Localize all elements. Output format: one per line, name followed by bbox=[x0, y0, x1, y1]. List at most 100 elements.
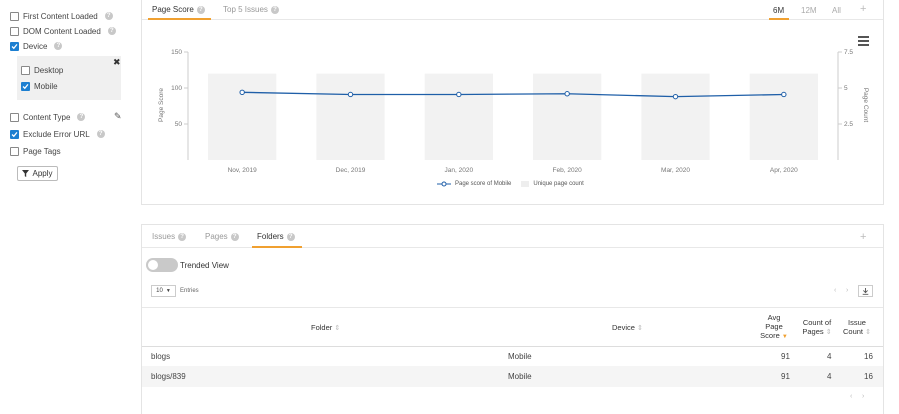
bar-series-legend-icon bbox=[521, 181, 530, 187]
cell-folder: blogs bbox=[151, 352, 171, 361]
checkbox[interactable] bbox=[21, 65, 30, 75]
column-header-count-of-pages[interactable]: Count of Pages ⇕ bbox=[797, 318, 837, 337]
pencil-icon[interactable]: ✎ bbox=[114, 111, 122, 122]
sort-desc-icon: ▼ bbox=[781, 334, 788, 340]
data-point bbox=[781, 91, 787, 98]
help-icon[interactable]: ? bbox=[54, 42, 63, 50]
bar-unique-page-count bbox=[641, 73, 710, 160]
data-point bbox=[239, 89, 245, 96]
checkbox-checked[interactable] bbox=[21, 81, 30, 91]
header-label: Count of bbox=[802, 318, 832, 327]
checkbox[interactable] bbox=[10, 146, 19, 156]
filter-dom-content-loaded[interactable]: DOM Content Loaded ? bbox=[10, 25, 116, 37]
legend-item-line[interactable]: Page score of Mobile bbox=[455, 181, 511, 187]
filter-exclude-error-url[interactable]: Exclude Error URL ? bbox=[10, 128, 105, 140]
header-label: Avg bbox=[767, 313, 781, 322]
download-button[interactable] bbox=[858, 285, 873, 297]
data-point bbox=[672, 93, 679, 100]
option-label: Desktop bbox=[34, 65, 64, 75]
filter-label: Exclude Error URL bbox=[23, 129, 90, 139]
y2-tick-label: 7.5 bbox=[844, 49, 853, 56]
header-label: Count bbox=[843, 327, 864, 336]
cell-page-count: 4 bbox=[827, 372, 832, 381]
sort-icon: ⇕ bbox=[637, 325, 643, 332]
checkbox-checked[interactable] bbox=[10, 129, 19, 139]
filter-label: Page Tags bbox=[23, 146, 61, 156]
header-label: Device bbox=[612, 323, 635, 332]
entries-select[interactable]: 10 ▼ bbox=[151, 285, 176, 297]
cell-device: Mobile bbox=[508, 372, 532, 381]
prev-page-button[interactable]: ‹ bbox=[834, 287, 836, 294]
checkbox[interactable] bbox=[10, 11, 19, 21]
line-series-legend-icon bbox=[437, 181, 451, 187]
header-label: Folder bbox=[311, 323, 333, 332]
filter-first-content-loaded[interactable]: First Content Loaded ? bbox=[10, 10, 113, 22]
toggle-knob bbox=[148, 260, 158, 270]
y2-axis-label: Page Count bbox=[862, 88, 869, 123]
cell-avg-score: 91 bbox=[781, 372, 790, 381]
data-point bbox=[456, 91, 462, 98]
y-axis-label: Page Score bbox=[158, 88, 165, 122]
y-tick-label: 100 bbox=[171, 85, 182, 92]
checkbox-checked[interactable] bbox=[10, 41, 19, 51]
column-header-folder[interactable]: Folder ⇕ bbox=[311, 323, 340, 333]
help-icon[interactable]: ? bbox=[96, 130, 105, 138]
chart-legend: Page score of Mobile Unique page count bbox=[437, 181, 584, 187]
apply-button[interactable]: Apply bbox=[17, 166, 58, 181]
column-header-avg-page-score[interactable]: Avg Page Score ▼ bbox=[757, 313, 791, 342]
table-top-border bbox=[142, 307, 883, 308]
checkbox[interactable] bbox=[10, 26, 19, 36]
help-icon[interactable]: ? bbox=[107, 27, 116, 35]
close-icon[interactable]: ✖ bbox=[113, 57, 121, 68]
filter-label: First Content Loaded bbox=[23, 11, 98, 21]
header-label: Pages bbox=[802, 327, 824, 336]
help-icon[interactable]: ? bbox=[286, 232, 295, 241]
next-page-button-bottom[interactable]: › bbox=[862, 393, 864, 400]
header-label: Issue bbox=[848, 318, 866, 327]
y2-tick-label: 2.5 bbox=[844, 121, 853, 128]
help-icon[interactable]: ? bbox=[230, 232, 239, 241]
cell-device: Mobile bbox=[508, 352, 532, 361]
x-tick-label: Jan, 2020 bbox=[445, 167, 474, 174]
header-label: Score bbox=[760, 331, 780, 340]
download-icon bbox=[862, 287, 869, 295]
filter-icon bbox=[22, 170, 30, 177]
bar-unique-page-count bbox=[749, 73, 818, 160]
column-header-issue-count[interactable]: Issue Count ⇕ bbox=[840, 318, 874, 337]
tab-pages[interactable]: Pages ? bbox=[205, 232, 239, 241]
chevron-down-icon: ▼ bbox=[165, 288, 171, 294]
table-tabbar: Issues ? Pages ? Folders ? + bbox=[142, 225, 883, 248]
help-icon[interactable]: ? bbox=[178, 232, 187, 241]
table-row[interactable]: blogs/839 Mobile 91 4 16 bbox=[142, 366, 883, 387]
column-header-device[interactable]: Device ⇕ bbox=[612, 323, 643, 333]
y-tick-label: 150 bbox=[171, 49, 182, 56]
filter-device[interactable]: Device ? bbox=[10, 40, 63, 52]
prev-page-button-bottom[interactable]: ‹ bbox=[850, 393, 852, 400]
y2-tick-label: 5 bbox=[844, 85, 848, 92]
filter-content-type[interactable]: Content Type ? bbox=[10, 111, 86, 123]
cell-avg-score: 91 bbox=[781, 352, 790, 361]
sort-icon: ⇕ bbox=[334, 325, 341, 332]
x-tick-label: Mar, 2020 bbox=[661, 167, 690, 174]
filter-page-tags[interactable]: Page Tags bbox=[10, 145, 61, 157]
tab-label: Issues bbox=[152, 232, 176, 241]
device-option-desktop[interactable]: Desktop bbox=[21, 64, 63, 76]
page-score-card: Page Score ? Top 5 Issues ? 6M 12M All +… bbox=[141, 0, 884, 205]
cell-folder: blogs/839 bbox=[151, 372, 186, 381]
table-row[interactable]: blogs Mobile 91 4 16 bbox=[142, 347, 883, 366]
filter-label: Device bbox=[23, 41, 48, 51]
data-point bbox=[347, 91, 354, 98]
legend-item-bar[interactable]: Unique page count bbox=[533, 181, 583, 187]
filter-label: DOM Content Loaded bbox=[23, 26, 101, 36]
next-page-button[interactable]: › bbox=[846, 287, 848, 294]
trended-view-toggle[interactable] bbox=[146, 258, 178, 272]
help-icon[interactable]: ? bbox=[104, 12, 113, 20]
device-option-mobile[interactable]: Mobile bbox=[21, 80, 58, 92]
tab-folders[interactable]: Folders ? bbox=[257, 232, 295, 241]
checkbox[interactable] bbox=[10, 112, 19, 122]
x-tick-label: Apr, 2020 bbox=[770, 167, 798, 174]
tab-issues[interactable]: Issues ? bbox=[152, 232, 187, 241]
add-icon[interactable]: + bbox=[860, 231, 866, 243]
help-icon[interactable]: ? bbox=[77, 113, 86, 121]
header-label: Page bbox=[765, 322, 783, 331]
